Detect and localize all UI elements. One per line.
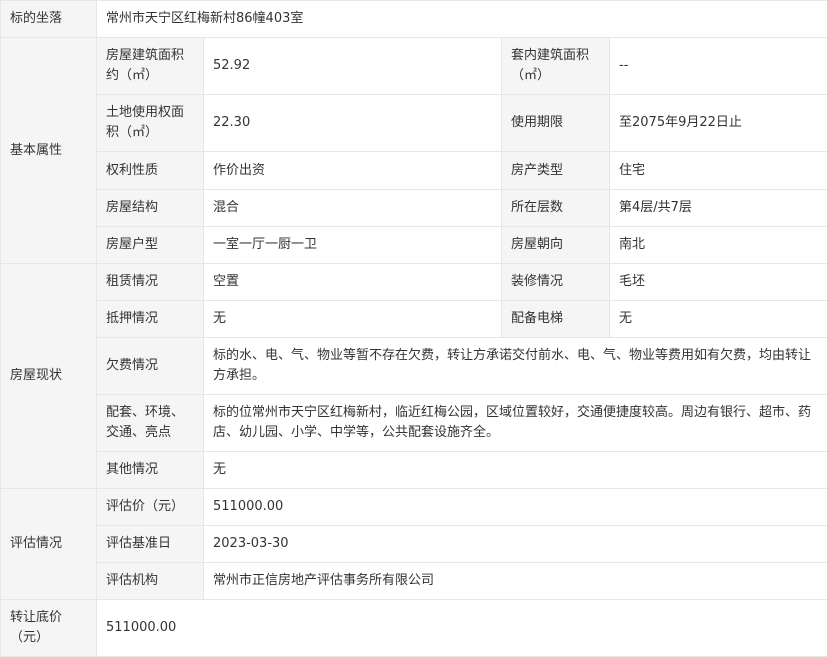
orientation-value: 南北 [610, 227, 827, 264]
land-area-value: 22.30 [204, 95, 502, 152]
reserve-price-value: 511000.00 [97, 600, 827, 657]
inner-area-value: -- [610, 38, 827, 95]
eval-base-date-value: 2023-03-30 [204, 526, 827, 563]
eval-price-label: 评估价（元） [97, 489, 204, 526]
basic-group-label: 基本属性 [1, 38, 97, 264]
location-value: 常州市天宁区红梅新村86幢403室 [97, 1, 827, 38]
table-row: 房屋结构 混合 所在层数 第4层/共7层 [1, 190, 827, 227]
layout-label: 房屋户型 [97, 227, 204, 264]
location-label: 标的坐落 [1, 1, 97, 38]
layout-value: 一室一厅一厨一卫 [204, 227, 502, 264]
eval-agency-value: 常州市正信房地产评估事务所有限公司 [204, 563, 827, 600]
arrears-value: 标的水、电、气、物业等暂不存在欠费，转让方承诺交付前水、电、气、物业等费用如有欠… [204, 338, 827, 395]
table-row: 其他情况 无 [1, 452, 827, 489]
facilities-value: 标的位常州市天宁区红梅新村，临近红梅公园，区域位置较好，交通便捷度较高。周边有银… [204, 395, 827, 452]
use-term-value: 至2075年9月22日止 [610, 95, 827, 152]
elevator-value: 无 [610, 301, 827, 338]
table-row: 评估机构 常州市正信房地产评估事务所有限公司 [1, 563, 827, 600]
table-row: 房屋户型 一室一厅一厨一卫 房屋朝向 南北 [1, 227, 827, 264]
arrears-label: 欠费情况 [97, 338, 204, 395]
location-row: 标的坐落 常州市天宁区红梅新村86幢403室 [1, 1, 827, 38]
decoration-value: 毛坯 [610, 264, 827, 301]
use-term-label: 使用期限 [502, 95, 610, 152]
floor-label: 所在层数 [502, 190, 610, 227]
lease-value: 空置 [204, 264, 502, 301]
table-row: 欠费情况 标的水、电、气、物业等暂不存在欠费，转让方承诺交付前水、电、气、物业等… [1, 338, 827, 395]
other-value: 无 [204, 452, 827, 489]
table-row: 基本属性 房屋建筑面积约（㎡） 52.92 套内建筑面积（㎡） -- [1, 38, 827, 95]
mortgage-label: 抵押情况 [97, 301, 204, 338]
building-area-label: 房屋建筑面积约（㎡） [97, 38, 204, 95]
building-area-value: 52.92 [204, 38, 502, 95]
table-row: 配套、环境、交通、亮点 标的位常州市天宁区红梅新村，临近红梅公园，区域位置较好，… [1, 395, 827, 452]
property-type-label: 房产类型 [502, 152, 610, 190]
table-row: 权利性质 作价出资 房产类型 住宅 [1, 152, 827, 190]
table-row: 抵押情况 无 配备电梯 无 [1, 301, 827, 338]
right-nature-label: 权利性质 [97, 152, 204, 190]
lease-label: 租赁情况 [97, 264, 204, 301]
other-label: 其他情况 [97, 452, 204, 489]
property-info-table: 标的坐落 常州市天宁区红梅新村86幢403室 基本属性 房屋建筑面积约（㎡） 5… [0, 0, 827, 657]
facilities-label: 配套、环境、交通、亮点 [97, 395, 204, 452]
table-row: 评估基准日 2023-03-30 [1, 526, 827, 563]
eval-agency-label: 评估机构 [97, 563, 204, 600]
structure-label: 房屋结构 [97, 190, 204, 227]
eval-base-date-label: 评估基准日 [97, 526, 204, 563]
land-area-label: 土地使用权面积（㎡） [97, 95, 204, 152]
mortgage-value: 无 [204, 301, 502, 338]
reserve-price-row: 转让底价（元） 511000.00 [1, 600, 827, 657]
floor-value: 第4层/共7层 [610, 190, 827, 227]
evaluation-group-label: 评估情况 [1, 489, 97, 600]
reserve-price-label: 转让底价（元） [1, 600, 97, 657]
table-row: 房屋现状 租赁情况 空置 装修情况 毛坯 [1, 264, 827, 301]
table-row: 评估情况 评估价（元） 511000.00 [1, 489, 827, 526]
structure-value: 混合 [204, 190, 502, 227]
right-nature-value: 作价出资 [204, 152, 502, 190]
decoration-label: 装修情况 [502, 264, 610, 301]
orientation-label: 房屋朝向 [502, 227, 610, 264]
inner-area-label: 套内建筑面积（㎡） [502, 38, 610, 95]
elevator-label: 配备电梯 [502, 301, 610, 338]
property-type-value: 住宅 [610, 152, 827, 190]
table-row: 土地使用权面积（㎡） 22.30 使用期限 至2075年9月22日止 [1, 95, 827, 152]
eval-price-value: 511000.00 [204, 489, 827, 526]
status-group-label: 房屋现状 [1, 264, 97, 489]
